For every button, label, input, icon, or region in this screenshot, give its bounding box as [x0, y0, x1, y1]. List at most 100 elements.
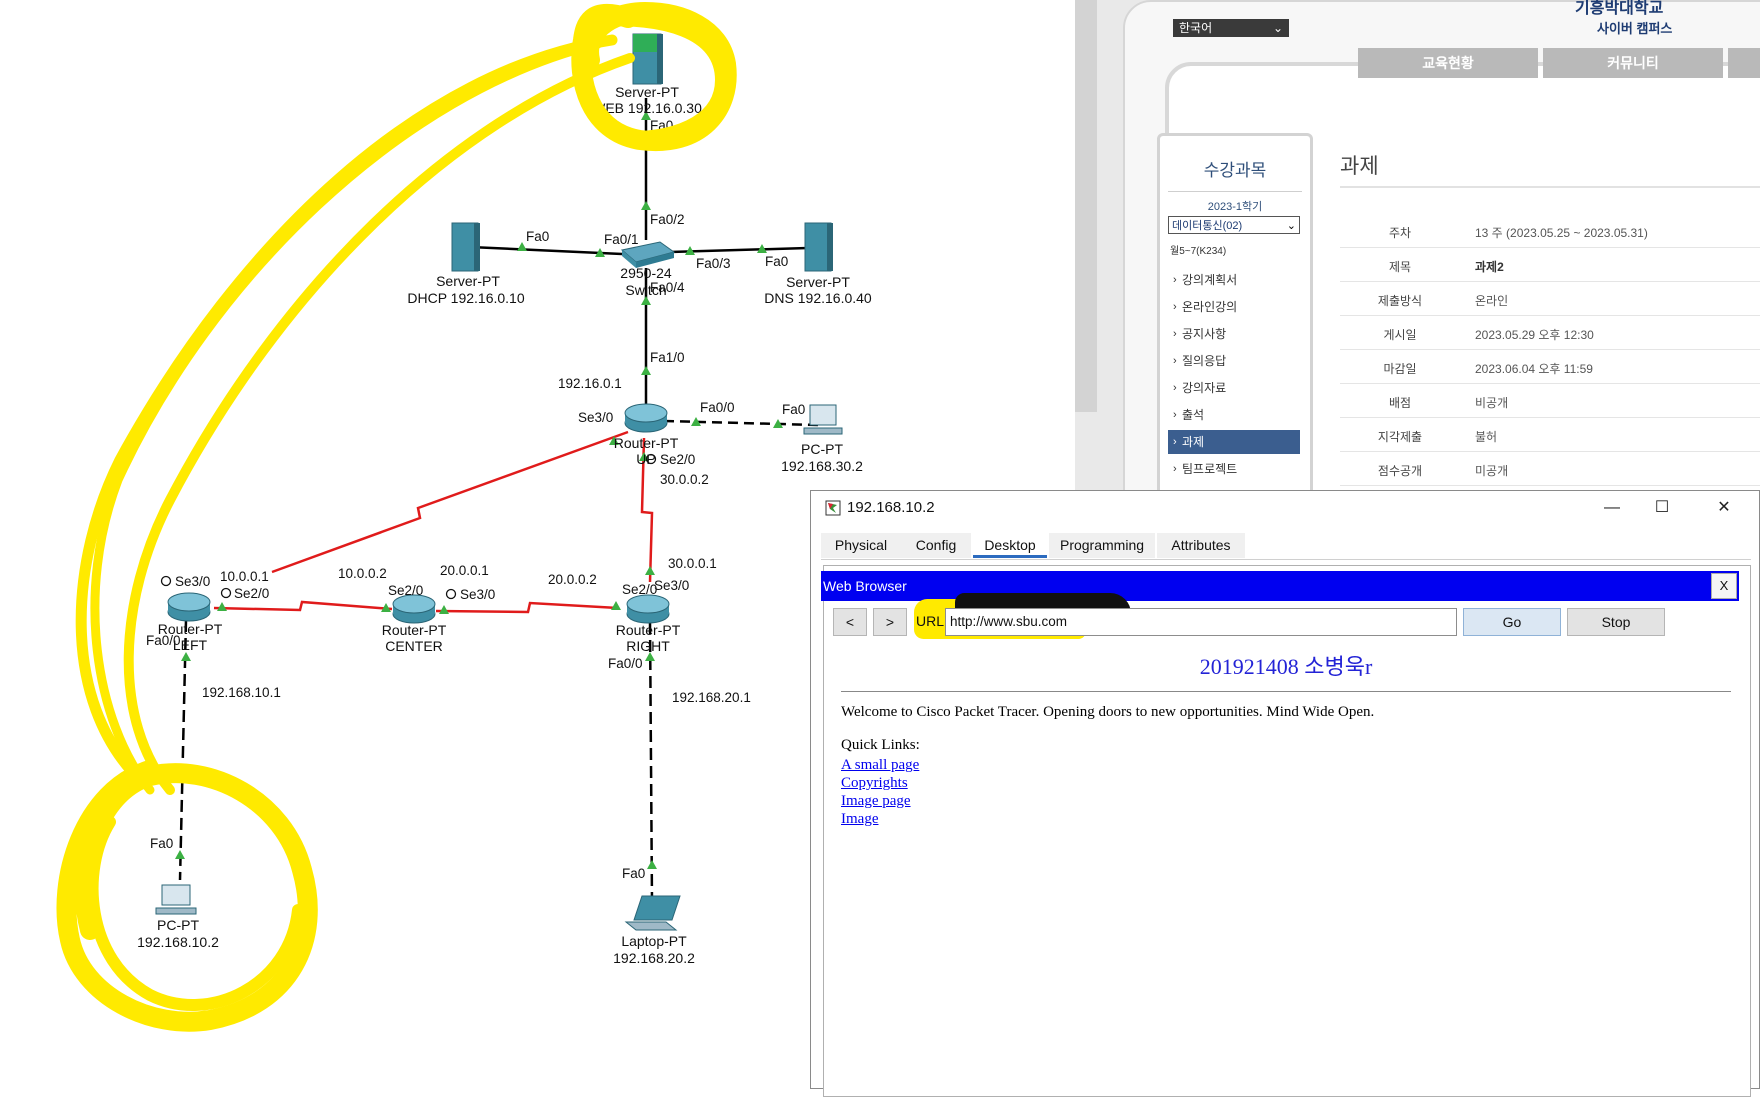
link-up-icon: [175, 850, 185, 859]
port-label: Fa0: [150, 836, 173, 851]
forward-button[interactable]: >: [873, 608, 907, 636]
link-copyrights[interactable]: Copyrights: [841, 774, 1731, 792]
link-serial-center-right[interactable]: [435, 601, 619, 614]
dns-server-icon[interactable]: [804, 222, 833, 272]
back-button[interactable]: <: [833, 608, 867, 636]
stop-button[interactable]: Stop: [1567, 608, 1665, 636]
quick-links-label: Quick Links:: [841, 737, 920, 753]
ip-label: 30.0.0.2: [660, 472, 709, 487]
device-type-label: 2950-24: [620, 265, 672, 281]
campus-name: 사이버 캠퍼스: [1597, 21, 1673, 36]
links: [178, 98, 819, 903]
link-router-up-pc[interactable]: [663, 419, 819, 427]
port-label: Fa0/0: [608, 656, 643, 671]
web-server-icon[interactable]: [632, 33, 663, 85]
ip-label: 30.0.0.1: [668, 556, 717, 571]
detail-row: 제출방식 온라인: [1340, 281, 1760, 316]
language-select[interactable]: 한국어 ⌄: [1173, 19, 1289, 37]
device-type-label: Server-PT: [615, 84, 679, 100]
quick-links: Quick Links: A small page Copyrights Ima…: [841, 737, 1731, 828]
tab-config[interactable]: Config: [901, 533, 971, 558]
device-type-label: Laptop-PT: [621, 933, 687, 949]
sidebar-item-attendance[interactable]: 출석: [1168, 403, 1300, 427]
pc-left-icon[interactable]: [155, 884, 197, 915]
router-left-icon[interactable]: [167, 592, 211, 622]
detail-row: 배점 비공개: [1340, 383, 1760, 418]
link-image[interactable]: Image: [841, 810, 1731, 828]
divider: [841, 691, 1731, 692]
link-serial-left-center[interactable]: [213, 600, 393, 612]
port-label: Se2/0: [234, 586, 269, 601]
sidebar-title: 수강과목: [1203, 161, 1267, 180]
link-small-page[interactable]: A small page: [841, 756, 1731, 774]
link-up-icon: [641, 201, 651, 210]
router-right-icon[interactable]: [626, 594, 670, 624]
sidebar-item-notice[interactable]: 공지사항: [1168, 322, 1300, 346]
ip-label: 10.0.0.1: [220, 569, 269, 584]
clock-icon: [160, 575, 172, 587]
semester-label: 2023-1학기: [1207, 201, 1263, 213]
port-label: Fa0: [765, 254, 788, 269]
port-label: Se3/0: [175, 574, 210, 589]
clock-icon: [445, 588, 457, 600]
divider: [1340, 186, 1760, 188]
device-name-label: 192.168.10.2: [137, 934, 219, 950]
link-up-icon: [611, 601, 621, 610]
link-right-laptop[interactable]: [648, 621, 654, 903]
device-labels: Server-PT WEB 192.16.0.30 Server-PT DHCP…: [137, 84, 872, 966]
ip-label: 192.168.10.1: [202, 685, 281, 700]
page-heading: 201921408 소병욱r: [1199, 654, 1373, 679]
link-image-page[interactable]: Image page: [841, 792, 1731, 810]
clock-icon: [220, 587, 232, 599]
device-name-label: CENTER: [385, 638, 443, 654]
sidebar-item-qna[interactable]: 질의응답: [1168, 349, 1300, 373]
tab-programming[interactable]: Programming: [1049, 533, 1155, 558]
url-input[interactable]: http://www.sbu.com: [945, 608, 1457, 636]
link-up-icon: [439, 605, 449, 614]
nav-tab-more[interactable]: [1728, 48, 1760, 78]
sidebar-item-materials[interactable]: 강의자료: [1168, 376, 1300, 400]
dhcp-server-icon[interactable]: [451, 222, 480, 272]
router-center-icon[interactable]: [392, 594, 436, 624]
port-label: Fa0/2: [650, 212, 685, 227]
ip-label: 192.16.0.1: [558, 376, 622, 391]
university-name: 기흥박대학교: [1575, 0, 1664, 17]
tab-physical[interactable]: Physical: [821, 533, 901, 558]
sidebar-item-syllabus[interactable]: 강의계획서: [1168, 268, 1300, 292]
device-name-label: 192.168.30.2: [781, 458, 863, 474]
port-label: Fa1/0: [650, 350, 685, 365]
device-type-label: Router-PT: [382, 622, 447, 638]
laptop-icon[interactable]: [624, 895, 681, 931]
welcome-text: Welcome to Cisco Packet Tracer. Opening …: [841, 704, 1375, 720]
close-button[interactable]: ✕: [1701, 494, 1747, 522]
sidebar-item-assignment[interactable]: 과제: [1168, 430, 1300, 454]
ip-label: 20.0.0.2: [548, 572, 597, 587]
device-type-label: Server-PT: [786, 274, 850, 290]
browser-close-button[interactable]: X: [1711, 573, 1737, 599]
detail-row: 제목 과제2: [1340, 247, 1760, 282]
lms-background-page: 한국어 ⌄ 기흥박대학교 사이버 캠퍼스 교육현황 커뮤니티 수강과목 2023-…: [1075, 0, 1760, 490]
link-up-icon: [645, 566, 655, 575]
port-label: Fa0/4: [650, 280, 685, 295]
port-label: Fa0: [782, 402, 805, 417]
nav-tab-education[interactable]: 교육현황: [1358, 48, 1538, 78]
go-button[interactable]: Go: [1463, 608, 1561, 636]
nav-tab-community[interactable]: 커뮤니티: [1543, 48, 1723, 78]
ip-label: 192.168.20.1: [672, 690, 751, 705]
tab-desktop[interactable]: Desktop: [973, 533, 1047, 558]
sidebar-item-team-project[interactable]: 팀프로젝트: [1168, 457, 1300, 481]
window-title: 192.168.10.2: [847, 499, 935, 516]
chevron-down-icon: ⌄: [1272, 21, 1283, 35]
tab-attributes[interactable]: Attributes: [1157, 533, 1245, 558]
maximize-button[interactable]: ☐: [1639, 494, 1685, 522]
sidebar-item-online-lecture[interactable]: 온라인강의: [1168, 295, 1300, 319]
pc-up-icon[interactable]: [803, 404, 843, 435]
minimize-button[interactable]: —: [1589, 494, 1635, 522]
port-label: Fa0/1: [604, 232, 639, 247]
divider: [1168, 191, 1302, 192]
ip-label: 10.0.0.2: [338, 566, 387, 581]
link-serial-up-left[interactable]: [271, 430, 629, 574]
course-select[interactable]: 데이터통신(02) ⌄: [1168, 216, 1300, 234]
window-titlebar[interactable]: 192.168.10.2 — ☐ ✕: [811, 491, 1759, 525]
router-up-icon[interactable]: [624, 403, 668, 433]
